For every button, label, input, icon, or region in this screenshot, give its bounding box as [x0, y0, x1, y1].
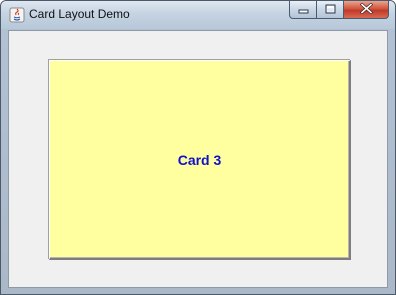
content-pane: Card 3	[8, 30, 388, 288]
card-label: Card 3	[177, 152, 222, 168]
caption-buttons	[289, 1, 389, 20]
window-title: Card Layout Demo	[29, 7, 130, 21]
app-window: Card Layout Demo Card 3	[0, 0, 396, 295]
maximize-icon	[325, 1, 336, 19]
close-icon	[359, 1, 373, 19]
title-bar[interactable]: Card Layout Demo	[1, 1, 395, 29]
minimize-icon	[298, 1, 309, 19]
close-button[interactable]	[343, 1, 389, 19]
minimize-button[interactable]	[289, 1, 316, 19]
card-panel[interactable]: Card 3	[49, 60, 351, 260]
maximize-button[interactable]	[316, 1, 343, 19]
java-icon[interactable]	[9, 7, 25, 23]
